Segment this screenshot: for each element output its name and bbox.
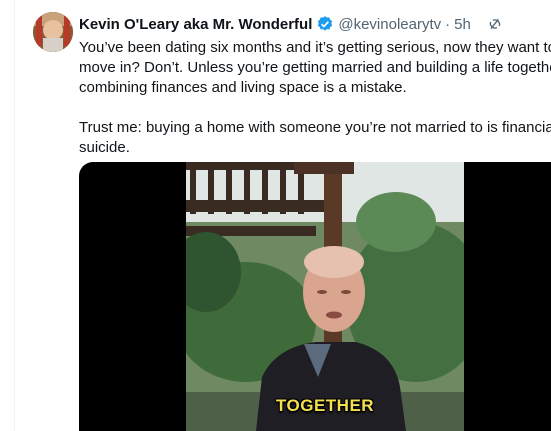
- video-caption: TOGETHER: [275, 396, 375, 415]
- author-avatar[interactable]: [33, 12, 73, 52]
- verified-badge-icon: [318, 16, 333, 31]
- timestamp[interactable]: 5h: [454, 16, 471, 33]
- tweet-text-line: suicide.: [79, 139, 130, 156]
- tweet-text: You’ve been dating six months and it’s g…: [79, 38, 551, 158]
- video-still-image: [186, 162, 464, 431]
- tweet-text-line: move in? Don’t. Unless you’re getting ma…: [79, 59, 551, 76]
- tweet-text-line: You’ve been dating six months and it’s g…: [79, 39, 551, 56]
- timeline-divider: [14, 0, 15, 431]
- author-handle[interactable]: @kevinolearytv: [338, 16, 441, 33]
- tweet-header: Kevin O'Leary aka Mr. Wonderful @kevinol…: [79, 13, 549, 35]
- author-name[interactable]: Kevin O'Leary aka Mr. Wonderful: [79, 16, 312, 33]
- video-frame: TOGETHER: [186, 162, 464, 431]
- video-player[interactable]: TOGETHER: [79, 162, 551, 431]
- tweet-text-line: combining finances and living space is a…: [79, 79, 407, 96]
- avatar-image: [33, 12, 73, 52]
- tweet-text-line: Trust me: buying a home with someone you…: [79, 119, 551, 136]
- grok-icon[interactable]: [487, 16, 503, 32]
- separator-dot: ·: [445, 15, 451, 33]
